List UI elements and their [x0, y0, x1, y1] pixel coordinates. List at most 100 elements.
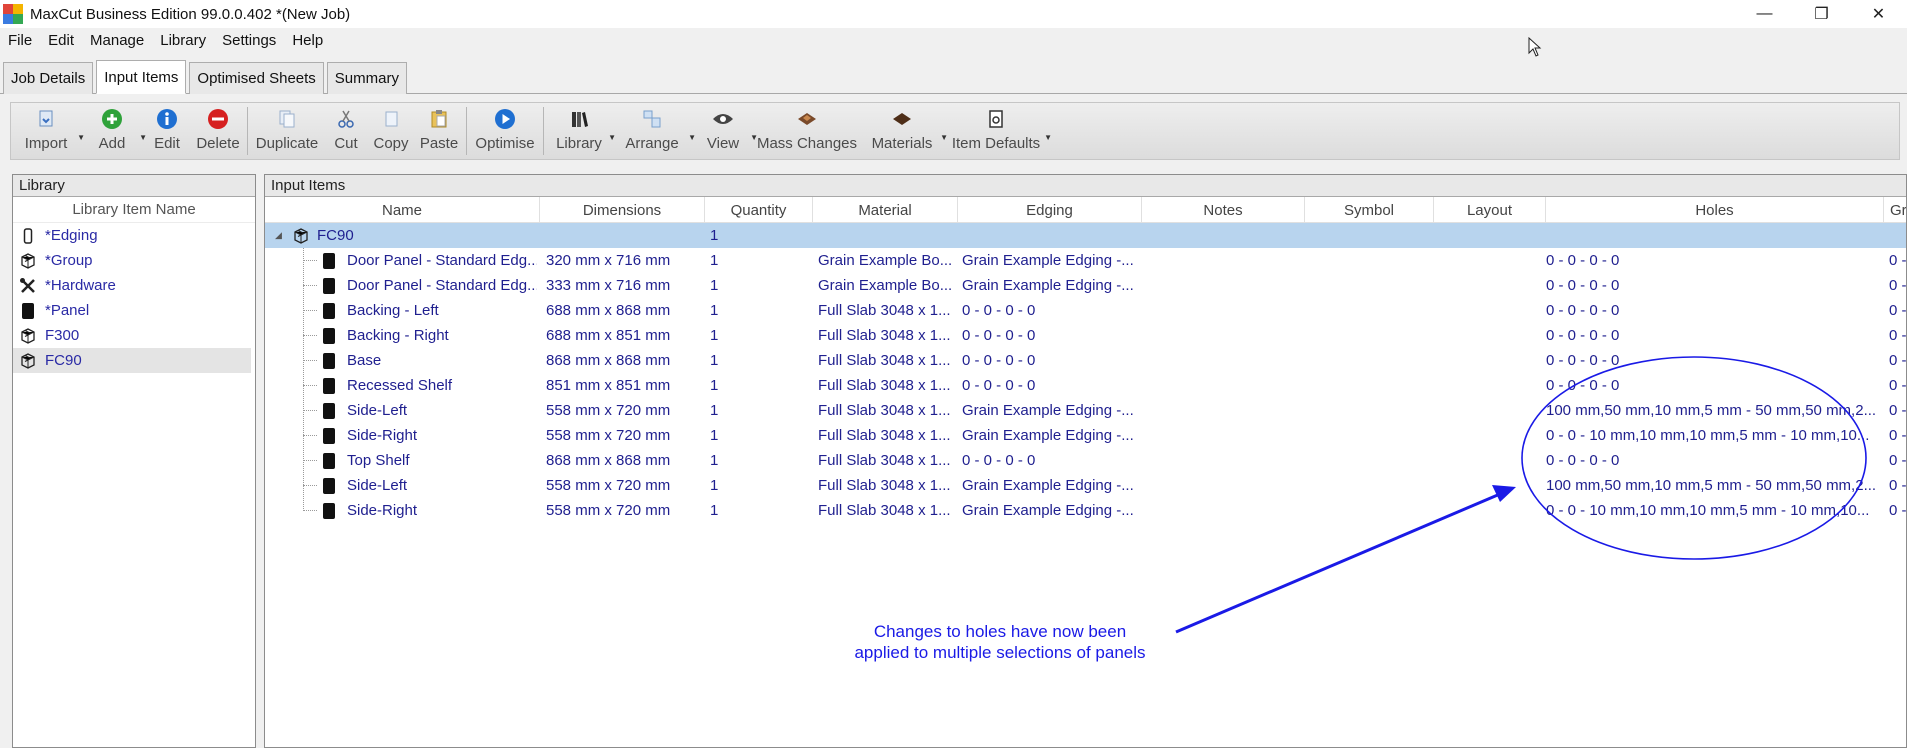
paste-icon: [427, 107, 451, 131]
column-header-material[interactable]: Material: [813, 197, 958, 223]
column-header-dimensions[interactable]: Dimensions: [540, 197, 705, 223]
table-row[interactable]: Side-Left 558 mm x 720 mm 1 Full Slab 3048 …: [265, 473, 1906, 498]
library-item-panel[interactable]: *Panel: [13, 298, 255, 323]
table-row[interactable]: Base 868 mm x 868 mm 1 Full Slab 3048 x 1..…: [265, 348, 1906, 373]
copy-label: Copy: [373, 135, 409, 152]
column-header-notes[interactable]: Notes: [1142, 197, 1305, 223]
cell-dimensions: 333 mm x 716 mm: [546, 277, 671, 294]
cut-button[interactable]: Cut: [324, 103, 368, 159]
copy-button[interactable]: Copy: [368, 103, 414, 159]
cell-edging: 0 - 0 - 0 - 0: [962, 352, 1036, 369]
group-icon: [19, 327, 37, 345]
cell-name: Side-Left: [347, 477, 408, 494]
app-icon: [3, 4, 23, 24]
cell-edging: 0 - 0 - 0 - 0: [962, 302, 1036, 319]
cell-name: Base: [347, 352, 382, 369]
column-header-layout[interactable]: Layout: [1434, 197, 1546, 223]
cell-quantity: 1: [710, 327, 719, 344]
duplicate-button[interactable]: Duplicate: [250, 103, 324, 159]
minimize-button[interactable]: —: [1736, 0, 1793, 28]
library-item-hardware[interactable]: *Hardware: [13, 273, 255, 298]
library-item-f300[interactable]: F300: [13, 323, 255, 348]
cell-name: Backing - Left: [347, 302, 439, 319]
table-row[interactable]: Side-Left 558 mm x 720 mm 1 Full Slab 3048 …: [265, 398, 1906, 423]
library-item-edging[interactable]: *Edging: [13, 223, 255, 248]
delete-button[interactable]: Delete: [191, 103, 245, 159]
menu-file[interactable]: File: [0, 32, 40, 49]
menu-settings[interactable]: Settings: [214, 32, 284, 49]
cell-edging: Grain Example Edging -...: [962, 477, 1134, 494]
cell-holes: 0 - 0 - 10 mm,10 mm,10 mm,5 mm - 10 mm,1…: [1546, 427, 1870, 444]
toolbar-separator: [466, 107, 467, 155]
tab-input-items[interactable]: Input Items: [96, 60, 187, 94]
library-item-label: *Hardware: [45, 277, 116, 294]
column-header-edging[interactable]: Edging: [958, 197, 1142, 223]
cell-quantity: 1: [710, 252, 719, 269]
collapse-arrow-icon[interactable]: ◢: [275, 223, 289, 248]
cell-name: Recessed Shelf: [347, 377, 453, 394]
cell-material: Full Slab 3048 x 1...: [818, 327, 951, 344]
library-item-fc90[interactable]: FC90: [13, 348, 251, 373]
close-button[interactable]: ✕: [1850, 0, 1907, 28]
cell-name: Top Shelf: [347, 452, 410, 469]
tab-summary[interactable]: Summary: [326, 62, 407, 94]
panel-icon: [323, 473, 339, 498]
annotation-text: Changes to holes have now been applied t…: [820, 621, 1180, 663]
item-defaults-button[interactable]: Item Defaults ▼: [944, 103, 1052, 159]
cell-dimensions: 688 mm x 868 mm: [546, 302, 671, 319]
table-row[interactable]: Door Panel - Standard Edg... 320 mm x 716…: [265, 248, 1906, 273]
mass-changes-button[interactable]: Mass Changes: [754, 103, 860, 159]
menu-edit[interactable]: Edit: [40, 32, 82, 49]
column-header-symbol[interactable]: Symbol: [1305, 197, 1434, 223]
mass-changes-icon: [795, 107, 819, 131]
cell-material: Full Slab 3048 x 1...: [818, 302, 951, 319]
maximize-button[interactable]: ❐: [1793, 0, 1850, 28]
paste-button[interactable]: Paste: [414, 103, 464, 159]
view-button[interactable]: View ▼: [692, 103, 758, 159]
view-label: View: [706, 135, 740, 152]
import-label: Import: [24, 135, 68, 152]
table-row[interactable]: Side-Right 558 mm x 720 mm 1 Full Slab 3048…: [265, 423, 1907, 448]
table-row[interactable]: Backing - Right 688 mm x 851 mm 1 Full Slab…: [265, 323, 1906, 348]
table-row[interactable]: Side-Right 558 mm x 720 mm 1 Full Slab 3048…: [265, 498, 1906, 523]
tab-job-details[interactable]: Job Details: [3, 62, 94, 94]
panel-icon: [323, 373, 339, 398]
add-button[interactable]: Add ▼: [81, 103, 147, 159]
library-item-label: FC90: [45, 352, 82, 369]
column-header-grooves[interactable]: Gro: [1884, 197, 1906, 223]
menu-library[interactable]: Library: [152, 32, 214, 49]
table-row[interactable]: Top Shelf 868 mm x 868 mm 1 Full Slab 3048 …: [265, 448, 1907, 473]
library-column-header[interactable]: Library Item Name: [13, 197, 255, 223]
cell-material: Full Slab 3048 x 1...: [818, 402, 951, 419]
paste-label: Paste: [419, 135, 459, 152]
panel-splitter[interactable]: [256, 174, 264, 748]
cell-gro: 0 -: [1889, 427, 1907, 444]
menu-manage[interactable]: Manage: [82, 32, 152, 49]
materials-button[interactable]: Materials ▼: [860, 103, 948, 159]
tab-optimised-sheets[interactable]: Optimised Sheets: [189, 62, 324, 94]
group-name: FC90: [317, 227, 354, 244]
library-item-group[interactable]: *Group: [13, 248, 255, 273]
library-button[interactable]: Library ▼: [546, 103, 616, 159]
column-header-name[interactable]: Name: [265, 197, 540, 223]
delete-icon: [206, 107, 230, 131]
group-row[interactable]: ◢ FC90 1: [265, 223, 1906, 248]
table-row[interactable]: Recessed Shelf 851 mm x 851 mm 1 Full Slab …: [265, 373, 1906, 398]
table-row[interactable]: Door Panel - Standard Edg... 333 mm x 716…: [265, 273, 1906, 298]
item-defaults-dropdown-icon[interactable]: ▼: [1044, 133, 1052, 142]
annotation-line-1: Changes to holes have now been: [873, 622, 1127, 641]
edit-button[interactable]: Edit: [143, 103, 191, 159]
cell-edging: 0 - 0 - 0 - 0: [962, 452, 1036, 469]
optimise-button[interactable]: Optimise: [469, 103, 541, 159]
cell-edging: Grain Example Edging -...: [962, 402, 1134, 419]
table-row[interactable]: Backing - Left 688 mm x 868 mm 1 Full Slab …: [265, 298, 1906, 323]
menu-help[interactable]: Help: [284, 32, 331, 49]
cell-edging: 0 - 0 - 0 - 0: [962, 327, 1036, 344]
cell-gro: 0 -: [1889, 452, 1907, 469]
edit-label: Edit: [154, 135, 180, 152]
arrange-button[interactable]: Arrange ▼: [612, 103, 696, 159]
import-button[interactable]: Import ▼: [11, 103, 85, 159]
column-header-quantity[interactable]: Quantity: [705, 197, 813, 223]
cell-dimensions: 558 mm x 720 mm: [546, 502, 671, 519]
column-header-holes[interactable]: Holes: [1546, 197, 1884, 223]
